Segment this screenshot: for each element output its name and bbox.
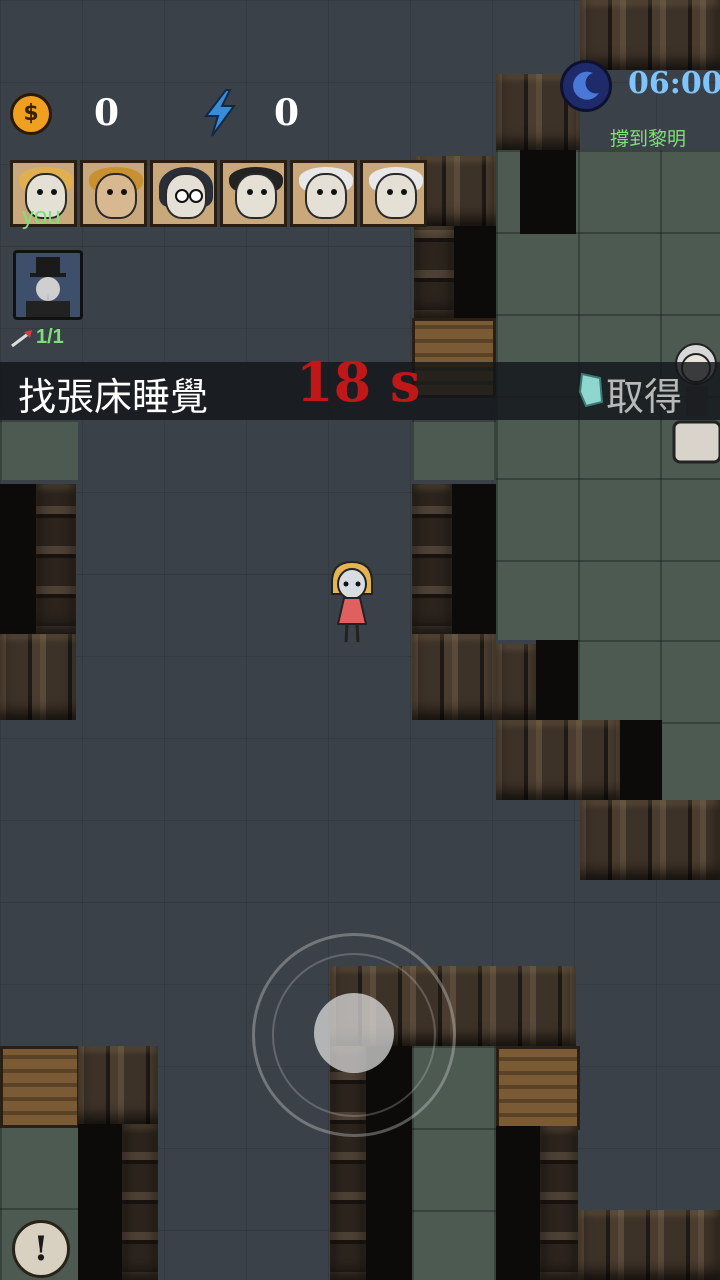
wall bbox=[580, 800, 720, 880]
energy-count: 0 bbox=[274, 92, 300, 134]
wall bbox=[36, 484, 76, 634]
arrow-icon bbox=[11, 330, 32, 348]
ammo-count: 1/1 bbox=[36, 326, 64, 348]
wall bbox=[414, 226, 454, 318]
coin-count: 0 bbox=[94, 92, 120, 134]
room-floor-mid bbox=[412, 420, 496, 480]
wooden-crate bbox=[0, 1046, 80, 1128]
wall-shadow bbox=[78, 1124, 122, 1280]
wall-shadow bbox=[452, 484, 496, 640]
player-portrait[interactable] bbox=[220, 160, 287, 227]
coin-icon: $ bbox=[10, 93, 52, 135]
player-portrait[interactable] bbox=[360, 160, 427, 227]
player-portrait[interactable] bbox=[290, 160, 357, 227]
night-time: 06:00 bbox=[628, 66, 720, 101]
player-portrait[interactable] bbox=[150, 160, 217, 227]
wall bbox=[578, 1210, 720, 1280]
task-text: 找張床睡覺 bbox=[18, 375, 209, 419]
wall-shadow bbox=[536, 640, 578, 720]
wall bbox=[412, 484, 452, 634]
wall bbox=[580, 0, 720, 70]
wall bbox=[412, 634, 496, 720]
wall-shadow bbox=[620, 720, 662, 800]
wall bbox=[540, 1126, 578, 1280]
wall bbox=[122, 1124, 158, 1280]
wall-shadow bbox=[520, 150, 576, 234]
task-countdown: 18 s bbox=[296, 350, 421, 414]
exclamation-icon[interactable]: ! bbox=[12, 1220, 70, 1278]
crystal-gem-icon bbox=[578, 372, 604, 408]
wall bbox=[496, 720, 620, 800]
wall-shadow bbox=[0, 484, 36, 634]
you-label: you bbox=[22, 203, 61, 230]
wall bbox=[496, 644, 536, 720]
lightning-bolt-icon bbox=[203, 89, 236, 137]
player-portrait[interactable] bbox=[80, 160, 147, 227]
wooden-crate bbox=[496, 1046, 580, 1130]
objective-hint: 撐到黎明 bbox=[610, 128, 687, 150]
wall bbox=[0, 634, 76, 720]
get-reward-button[interactable]: 取得 bbox=[606, 366, 682, 421]
player-character bbox=[331, 560, 373, 643]
wall bbox=[78, 1046, 158, 1124]
joystick-knob[interactable] bbox=[314, 993, 394, 1073]
wall-shadow bbox=[454, 226, 496, 318]
wall-shadow bbox=[496, 1126, 540, 1280]
moon-clock-icon bbox=[560, 60, 612, 112]
player-portraits bbox=[10, 160, 427, 228]
plague-doctor-card-icon[interactable] bbox=[13, 250, 83, 320]
room-floor-topleft bbox=[0, 420, 78, 480]
